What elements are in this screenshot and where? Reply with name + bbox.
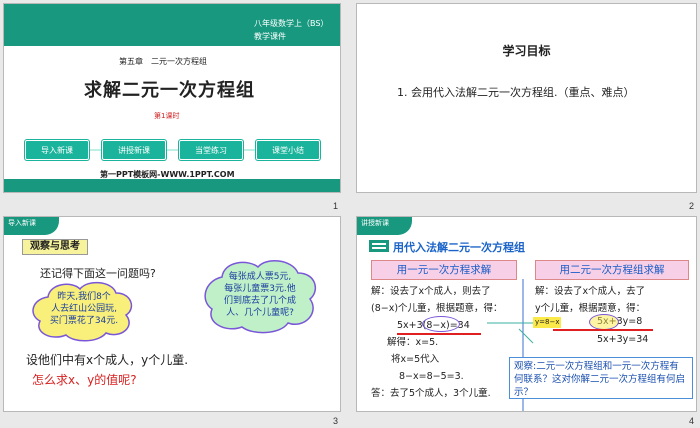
chapter-label: 第五章 二元一次方程组 — [119, 57, 207, 66]
cloud-line: 买门票花了34元. — [49, 316, 119, 326]
cloud-line: 人、几个儿童呢? — [226, 308, 294, 318]
cloud-line: 们到底去了几个成 — [223, 296, 296, 306]
slide-number: 1 — [333, 201, 339, 211]
solution-line: 解：设去了x个成人，则去了 — [371, 286, 491, 297]
lesson-label: 第1课时 — [154, 112, 180, 120]
equation-line: 5x+3y=34 — [597, 334, 649, 345]
right-solution: 解：设去了x个成人，去了 y个儿童，根据题意，得： — [535, 283, 645, 317]
slide-title: 求解二元一次方程组 — [84, 80, 255, 101]
slide-4-thumbnail[interactable]: 讲授新课 用代入法解二元一次方程组 用一元一次方程求解 用二元一次方程组求解 解… — [356, 216, 697, 412]
solution-line: 8−x=8−5=3. — [399, 371, 464, 382]
setup-sentence: 设他们中有x个成人，y个儿童. — [26, 353, 189, 367]
learning-goal: 1. 会用代入法解二元一次方程组.（重点、难点） — [397, 86, 635, 99]
nav-button-teach[interactable]: 讲授新课 — [102, 140, 166, 160]
cloud-line: 每张儿童票3元.他 — [224, 284, 296, 294]
cloud-line: 每张成人票5元, — [228, 272, 292, 282]
slide-1-thumbnail[interactable]: 八年级数学上（BS） 教学课件 第五章 二元一次方程组 求解二元一次方程组 第1… — [3, 3, 341, 193]
observation-box: 观察:二元一次方程组和一元一次方程有何联系？这对你解二元一次方程组有何启示？ — [509, 357, 693, 399]
section-corner-label: 导入新课 — [4, 217, 59, 235]
question-red: 怎么求x、y的值呢? — [32, 373, 137, 387]
cloud-line: 昨天,我们8个 — [57, 292, 111, 302]
solution-line: 解得：x=5. — [387, 337, 439, 348]
grade-label: 八年级数学上（BS） — [254, 19, 329, 28]
nav-button-practice[interactable]: 当堂练习 — [179, 140, 243, 160]
section-nav: 导入新课 讲授新课 当堂练习 课堂小结 — [25, 140, 321, 160]
highlight-oval — [422, 316, 460, 332]
substitution-box: y=8−x — [533, 317, 562, 328]
slide-number: 2 — [689, 201, 695, 211]
nav-button-summary[interactable]: 课堂小结 — [256, 140, 320, 160]
left-solution: 解：设去了x个成人，则去了 (8−x)个儿童，根据题意，得： 5x+3(8−x)… — [371, 283, 503, 402]
slide-title: 学习目标 — [502, 44, 551, 58]
slide-footer-band — [4, 179, 340, 192]
nav-button-intro[interactable]: 导入新课 — [25, 140, 89, 160]
left-speech-cloud: 昨天,我们8个 人去红山公园玩, 买门票花了34元. — [28, 279, 138, 343]
underline-red — [397, 333, 481, 335]
courseware-label: 教学课件 — [254, 32, 286, 41]
solution-line: 将x=5代入 — [391, 354, 440, 365]
underline-red — [553, 329, 653, 331]
highlight-oval — [589, 314, 619, 330]
solution-line: 答：去了5个成人，3个儿童. — [371, 388, 491, 399]
right-speech-cloud: 每张成人票5元, 每张儿童票3元.他 们到底去了几个成 人、几个儿童呢? — [200, 257, 320, 337]
slide-3-thumbnail[interactable]: 导入新课 观察与思考 还记得下面这一问题吗? 昨天,我们8个 人去红山公园玩, … — [3, 216, 341, 412]
solution-line: 解：设去了x个成人，去了 — [535, 286, 646, 297]
observe-think-tag: 观察与思考 — [22, 239, 88, 255]
slide-header-band: 八年级数学上（BS） 教学课件 — [4, 4, 340, 46]
slide-2-thumbnail[interactable]: 学习目标 1. 会用代入法解二元一次方程组.（重点、难点） — [356, 3, 697, 193]
slide-number: 4 — [689, 416, 695, 426]
slide-number: 3 — [333, 416, 339, 426]
cloud-line: 人去红山公园玩, — [51, 304, 117, 314]
solution-line: (8−x)个儿童，根据题意，得： — [371, 303, 503, 314]
